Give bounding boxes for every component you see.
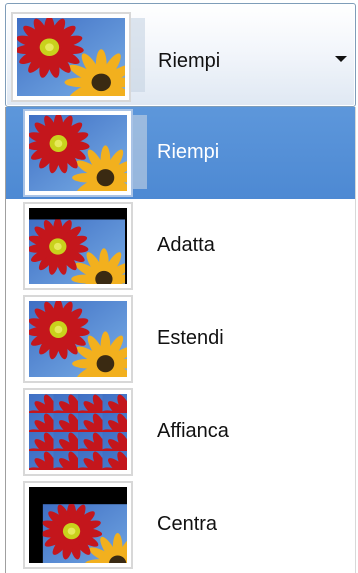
option-affianca[interactable]: Affianca <box>6 386 355 478</box>
option-thumbnail <box>23 202 133 290</box>
chevron-down-icon[interactable] <box>333 52 349 66</box>
option-adatta[interactable]: Adatta <box>6 200 355 292</box>
position-dropdown-list: Riempi Adatta Estendi Affianca Centra <box>5 107 356 573</box>
position-combobox[interactable]: Riempi <box>5 3 356 107</box>
fill-preview-icon <box>11 12 131 102</box>
option-centra[interactable]: Centra <box>6 479 355 571</box>
option-estendi[interactable]: Estendi <box>6 293 355 385</box>
option-label: Centra <box>157 513 218 535</box>
option-thumbnail <box>23 295 133 383</box>
center-preview-icon <box>23 481 133 569</box>
option-thumbnail <box>23 481 133 569</box>
option-label: Riempi <box>157 141 220 163</box>
option-label: Adatta <box>157 234 215 256</box>
selected-thumbnail <box>11 12 151 104</box>
option-thumbnail <box>23 388 133 476</box>
desktop-background-position-picker: Riempi Riempi Adatta Estendi Affianca Ce… <box>0 0 358 573</box>
stretch-preview-icon <box>23 295 133 383</box>
combobox-selected-label: Riempi <box>158 50 221 72</box>
tile-preview-icon <box>23 388 133 476</box>
fit-preview-icon <box>23 202 133 290</box>
option-label: Affianca <box>157 420 229 442</box>
option-riempi[interactable]: Riempi <box>6 107 355 199</box>
option-thumbnail <box>23 109 147 197</box>
option-label: Estendi <box>157 327 224 349</box>
fill-preview-icon <box>23 109 133 197</box>
